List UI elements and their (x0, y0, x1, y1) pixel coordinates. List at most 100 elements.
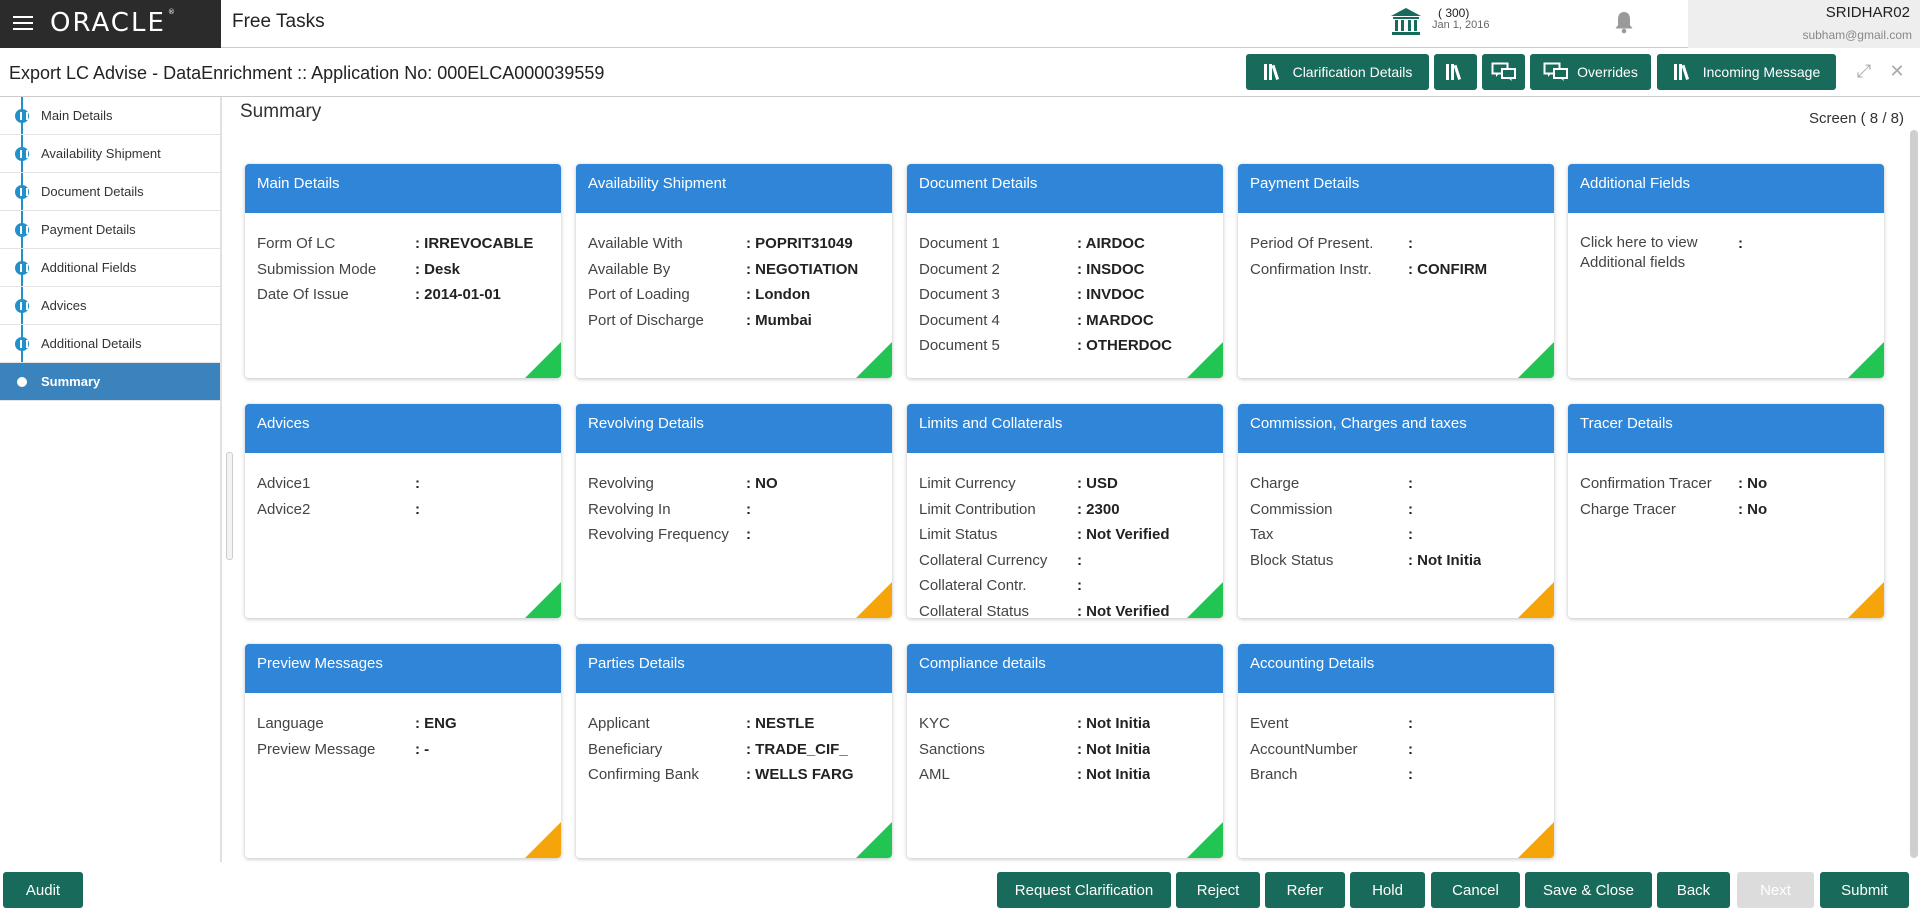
card-row: Date Of Issue: 2014-01-01 (257, 282, 549, 308)
card-tracer-details[interactable]: Tracer Details Confirmation Tracer: No C… (1568, 404, 1884, 618)
card-compliance-details[interactable]: Compliance details KYC: Not Initia Sanct… (907, 644, 1223, 858)
user-menu[interactable]: SRIDHAR02 subham@gmail.com (1688, 0, 1920, 48)
status-indicator-complete (525, 342, 561, 378)
save-close-button[interactable]: Save & Close (1525, 872, 1652, 908)
card-row: Available With: POPRIT31049 (588, 231, 880, 257)
incoming-message-label: Incoming Message (1702, 64, 1821, 80)
step-icon (15, 109, 29, 123)
nav-item-additional-details[interactable]: Additional Details (0, 325, 220, 363)
field-label: Sanctions (919, 740, 985, 758)
nav-item-label: Advices (41, 298, 87, 313)
field-label: Branch (1250, 766, 1298, 783)
expand-icon[interactable]: ⤢ (1855, 63, 1873, 81)
card-row: Beneficiary: TRADE_CIF_ (588, 737, 880, 763)
field-label: Confirmation Instr. (1250, 260, 1372, 278)
card-additional-fields[interactable]: Additional Fields Click here to view Add… (1568, 164, 1884, 378)
card-commission-charges-taxes[interactable]: Commission, Charges and taxes Charge: Co… (1238, 404, 1554, 618)
request-clarification-button[interactable]: Request Clarification (997, 872, 1171, 908)
field-label: Block Status (1250, 551, 1334, 569)
card-row: Advice2: (257, 497, 549, 523)
status-indicator-pending (1848, 582, 1884, 618)
card-availability-shipment[interactable]: Availability Shipment Available With: PO… (576, 164, 892, 378)
reject-button[interactable]: Reject (1176, 872, 1260, 908)
field-value: : IRREVOCABLE (415, 235, 534, 252)
nav-item-availability-shipment[interactable]: Availability Shipment (0, 135, 220, 173)
field-value: : (1408, 475, 1413, 492)
card-row: Collateral Currency: (919, 548, 1211, 574)
refer-button[interactable]: Refer (1265, 872, 1345, 908)
chat-icon (1543, 62, 1569, 81)
card-row: Revolving: NO (588, 471, 880, 497)
panel-resize-handle[interactable] (226, 452, 233, 560)
bell-icon[interactable] (1612, 10, 1636, 34)
nav-item-additional-fields[interactable]: Additional Fields (0, 249, 220, 287)
sub-header: Export LC Advise - DataEnrichment :: App… (0, 49, 1920, 97)
field-value: : AIRDOC (1077, 235, 1145, 252)
field-label: Port of Discharge (588, 311, 704, 329)
clarification-details-button[interactable]: Clarification Details (1246, 54, 1429, 90)
next-button[interactable]: Next (1737, 872, 1814, 908)
card-row: Sanctions : Not Initia (919, 737, 1211, 763)
nav-item-payment-details[interactable]: Payment Details (0, 211, 220, 249)
field-label: Available With (588, 235, 683, 252)
nav-item-summary[interactable]: Summary (0, 363, 220, 401)
field-label: Submission Mode (257, 260, 377, 278)
vertical-scrollbar[interactable] (1910, 130, 1918, 858)
card-payment-details[interactable]: Payment Details Period Of Present.: Conf… (1238, 164, 1554, 378)
card-main-details[interactable]: Main Details Form Of LC: IRREVOCABLE Sub… (245, 164, 561, 378)
field-label: Document 1 (919, 235, 1000, 252)
field-value: : WELLS FARG (746, 766, 854, 783)
card-revolving-details[interactable]: Revolving Details Revolving: NO Revolvin… (576, 404, 892, 618)
hamburger-icon[interactable] (13, 16, 33, 32)
step-icon (15, 147, 29, 161)
card-parties-details[interactable]: Parties Details Applicant: NESTLE Benefi… (576, 644, 892, 858)
nav-item-label: Main Details (41, 108, 113, 123)
cancel-button[interactable]: Cancel (1431, 872, 1520, 908)
field-value: : ENG (415, 715, 457, 732)
close-icon[interactable]: ✕ (1888, 63, 1906, 81)
submit-button[interactable]: Submit (1820, 872, 1909, 908)
field-value: : Not Initia (1077, 740, 1151, 758)
nav-item-advices[interactable]: Advices (0, 287, 220, 325)
card-row: AML: Not Initia (919, 762, 1211, 788)
card-row: Form Of LC: IRREVOCABLE (257, 231, 549, 257)
overrides-label: Overrides (1577, 64, 1638, 80)
nav-item-main-details[interactable]: Main Details (0, 97, 220, 135)
remarks-button[interactable] (1482, 54, 1525, 90)
documents-button[interactable] (1434, 54, 1477, 90)
card-row: Limit Contribution: 2300 (919, 497, 1211, 523)
nav-item-document-details[interactable]: Document Details (0, 173, 220, 211)
step-icon (15, 223, 29, 237)
field-value: : Mumbai (746, 311, 812, 329)
card-accounting-details[interactable]: Accounting Details Event: AccountNumber:… (1238, 644, 1554, 858)
card-row: Period Of Present.: (1250, 231, 1542, 257)
back-button[interactable]: Back (1657, 872, 1730, 908)
card-row: Charge: (1250, 471, 1542, 497)
card-advices[interactable]: Advices Advice1: Advice2: (245, 404, 561, 618)
additional-fields-link[interactable]: Click here to view Additional fields (1580, 231, 1738, 273)
card-limits-collaterals[interactable]: Limits and Collaterals Limit Currency: U… (907, 404, 1223, 618)
step-icon (15, 185, 29, 199)
field-value: : (1408, 500, 1413, 518)
hold-button[interactable]: Hold (1350, 872, 1425, 908)
clarification-details-label: Clarification Details (1292, 64, 1413, 80)
card-row: Commission: (1250, 497, 1542, 523)
field-label: Collateral Currency (919, 551, 1048, 569)
card-preview-messages[interactable]: Preview Messages Language: ENG Preview M… (245, 644, 561, 858)
field-value: : 2014-01-01 (415, 286, 501, 303)
card-document-details[interactable]: Document Details Document 1: AIRDOC Docu… (907, 164, 1223, 378)
card-row: KYC: Not Initia (919, 711, 1211, 737)
incoming-message-button[interactable]: Incoming Message (1657, 54, 1836, 90)
field-label: Revolving In (588, 500, 671, 518)
card-title: Advices (245, 404, 561, 453)
card-row: Collateral Status: Not Verified (919, 599, 1211, 619)
status-indicator-complete (856, 342, 892, 378)
status-indicator-complete (1848, 342, 1884, 378)
field-value: : TRADE_CIF_ (746, 740, 848, 758)
field-value: : (1077, 551, 1082, 569)
field-value: : Not Initia (1077, 766, 1151, 783)
overrides-button[interactable]: Overrides (1530, 54, 1651, 90)
left-navigation: Main Details Availability Shipment Docum… (0, 97, 222, 862)
bank-icon[interactable] (1390, 7, 1422, 37)
audit-button[interactable]: Audit (3, 872, 83, 908)
